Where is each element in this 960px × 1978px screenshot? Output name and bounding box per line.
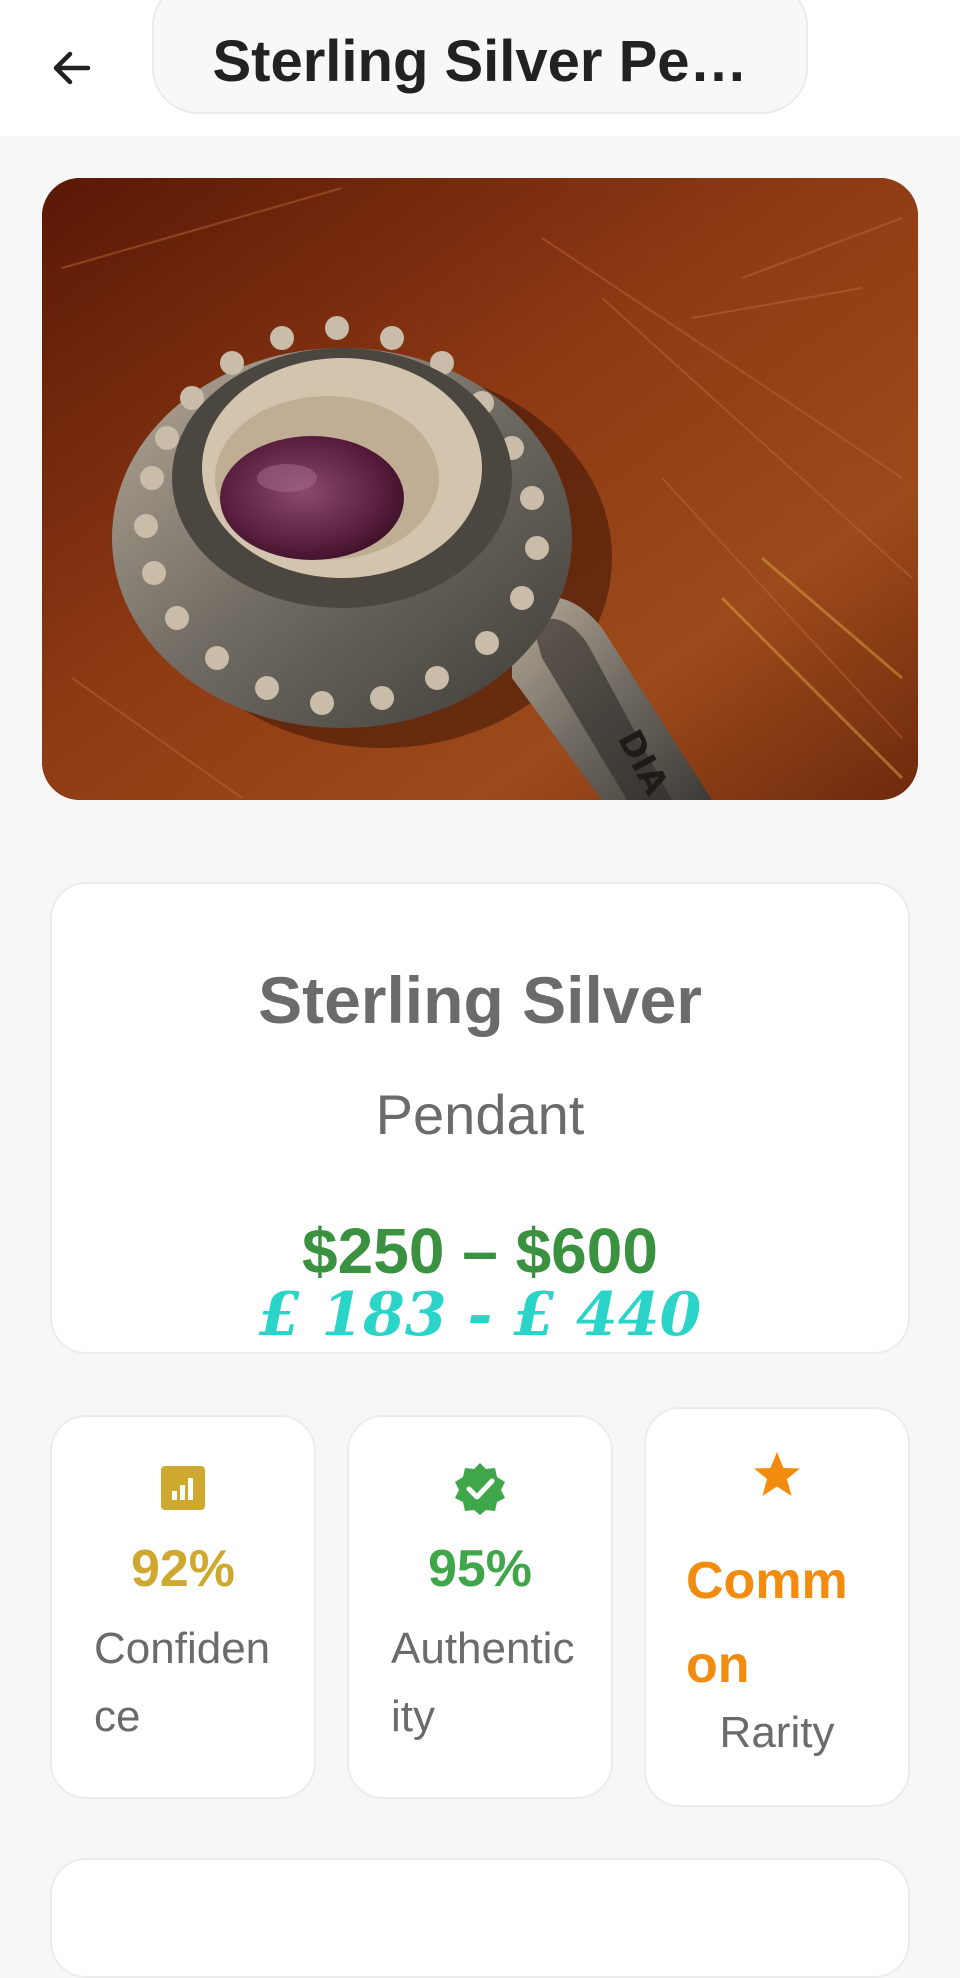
authenticity-card: 95% Authenticity — [347, 1415, 613, 1799]
title-pill: Sterling Silver Pe… — [152, 0, 808, 114]
confidence-label: Confidence — [94, 1624, 271, 1741]
rarity-label: Rarity — [719, 1708, 835, 1757]
rarity-card: Common Rarity — [644, 1407, 910, 1807]
back-button[interactable] — [40, 36, 104, 100]
item-photo[interactable]: DIA — [42, 178, 918, 800]
page-title: Sterling Silver Pe… — [212, 28, 748, 94]
verified-badge-icon — [349, 1461, 611, 1515]
rarity-value: Common — [686, 1552, 848, 1694]
item-name: Sterling Silver — [258, 963, 702, 1037]
bar-chart-icon — [52, 1465, 314, 1511]
pendant-image: DIA — [42, 178, 918, 800]
item-type: Pendant — [375, 1083, 585, 1146]
details-card — [50, 1858, 910, 1978]
confidence-card: 92% Confidence — [50, 1415, 316, 1799]
price-usd: $250 – $600 — [302, 1215, 658, 1287]
authenticity-label: Authenticity — [391, 1624, 575, 1741]
arrow-left-icon — [53, 51, 91, 85]
star-icon — [646, 1449, 908, 1501]
valuation-card: Sterling Silver Pendant $250 – $600 £ 18… — [50, 882, 910, 1354]
authenticity-value: 95% — [427, 1540, 533, 1598]
confidence-value: 92% — [130, 1540, 236, 1598]
top-app-bar: Sterling Silver Pe… — [0, 0, 960, 136]
price-gbp: £ 183 - £ 440 — [258, 1280, 702, 1350]
